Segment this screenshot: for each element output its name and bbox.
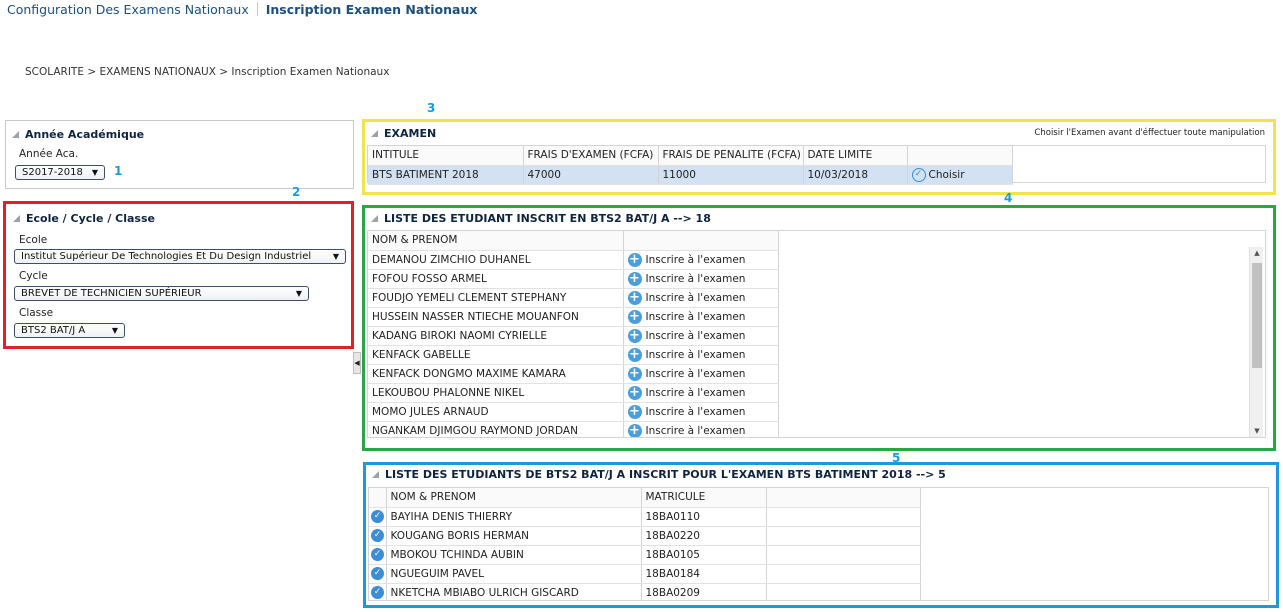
- annotation-frame-3: [362, 119, 1276, 195]
- annee-panel-header[interactable]: Année Académique: [6, 125, 353, 143]
- dropdown-arrow-icon: ▼: [91, 168, 98, 177]
- annotation-number-3: 3: [427, 101, 436, 115]
- collapse-left-panel-handle[interactable]: ◀: [353, 352, 361, 374]
- collapse-triangle-icon[interactable]: [12, 130, 19, 138]
- app-title-link[interactable]: Configuration Des Examens Nationaux: [0, 2, 257, 17]
- annotation-frame-2: [3, 201, 354, 349]
- annee-aca-value: S2017-2018: [22, 167, 83, 178]
- breadcrumb: SCOLARITE > EXAMENS NATIONAUX > Inscript…: [25, 66, 390, 78]
- annotation-number-4: 4: [1004, 191, 1013, 205]
- annee-academique-panel: Année Académique Année Aca. S2017-2018 ▼: [5, 120, 354, 189]
- annee-aca-label: Année Aca.: [19, 148, 79, 160]
- annotation-number-1: 1: [114, 164, 123, 178]
- top-bar: Configuration Des Examens Nationaux Insc…: [0, 0, 477, 18]
- page-title: Inscription Examen Nationaux: [265, 1, 478, 17]
- annotation-frame-5: [363, 462, 1279, 608]
- annee-panel-title: Année Académique: [25, 127, 145, 141]
- annotation-number-2: 2: [292, 185, 301, 199]
- annee-aca-select[interactable]: S2017-2018 ▼: [15, 165, 105, 180]
- annotation-frame-4: [362, 205, 1276, 451]
